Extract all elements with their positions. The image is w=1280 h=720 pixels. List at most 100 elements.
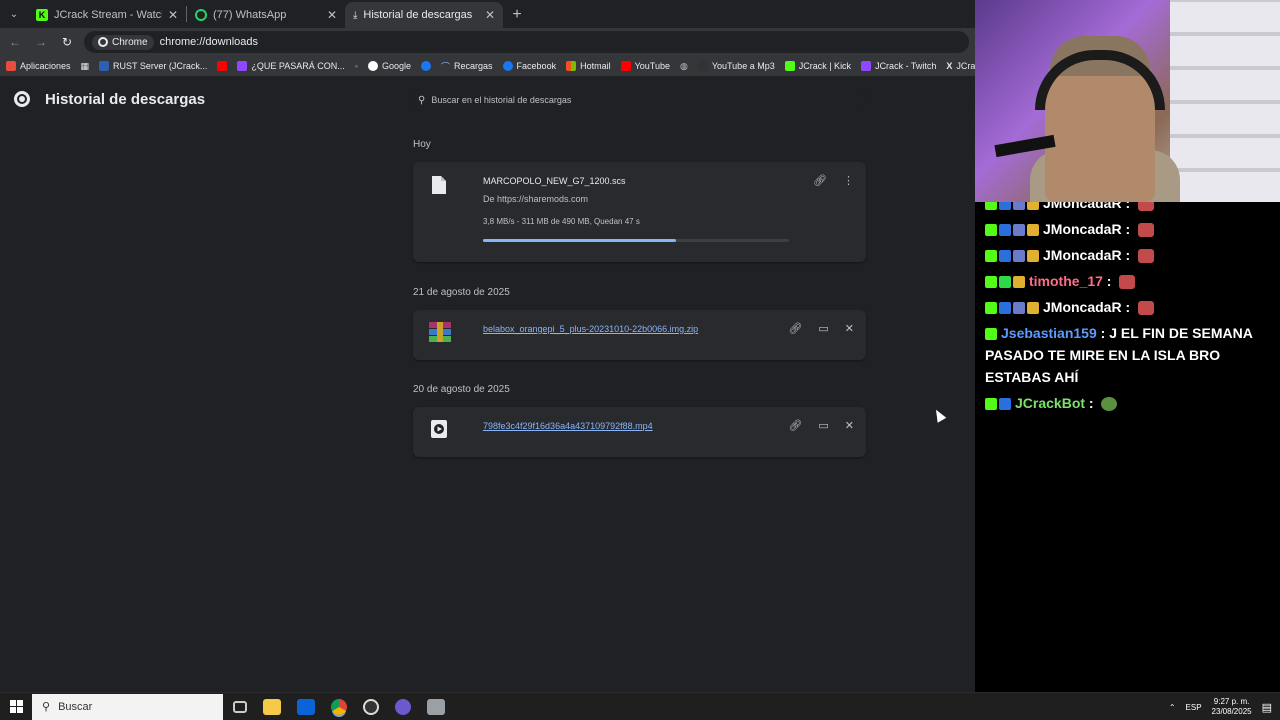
tab-whatsapp[interactable]: (77) WhatsApp ✕ [187, 2, 345, 28]
bookmark-apps[interactable]: Aplicaciones [6, 61, 71, 71]
reload-button[interactable]: ↻ [58, 35, 76, 49]
file-explorer-icon[interactable] [263, 698, 281, 715]
obs-icon[interactable] [363, 698, 379, 715]
bookmarks-bar: Aplicaciones ▦ RUST Server (JCrack... ¿Q… [0, 56, 975, 77]
badges [985, 224, 1039, 237]
shelf-background [1170, 0, 1280, 202]
tab-strip: ⌄ K JCrack Stream - Watch Live on Kick ✕… [0, 0, 975, 28]
windows-start-icon[interactable] [0, 693, 32, 720]
file-name: MARCOPOLO_NEW_G7_1200.scs [483, 176, 626, 186]
tab-downloads[interactable]: ⤓ Historial de descargas ✕ [345, 2, 503, 28]
chat-username: Jsebastian159 [1001, 325, 1097, 341]
task-view-icon[interactable] [233, 700, 247, 713]
moderator-badge-icon [999, 202, 1011, 211]
grid-icon: ▦ [80, 60, 90, 71]
bookmark-misc[interactable]: ◦ [355, 61, 358, 71]
bookmark-label: YouTube [634, 61, 670, 71]
chip-label: Chrome [112, 36, 148, 48]
bookmark-youtube-video[interactable] [217, 61, 228, 71]
taskbar-search[interactable]: ⚲ Buscar [32, 693, 223, 720]
bookmark-label: JCrack - Twitch [875, 61, 937, 71]
bookmark-google[interactable]: Google [367, 61, 411, 71]
chat-username: JMoncadaR [1043, 202, 1122, 211]
video-file-icon [431, 420, 447, 438]
page-header: Historial de descargas ⚲ Buscar en el hi… [0, 77, 975, 123]
badges [985, 250, 1039, 263]
bookmark-label: Hotmail [580, 61, 611, 71]
chat-username: JMoncadaR [1043, 247, 1122, 263]
taskbar-search-label: Buscar [58, 700, 93, 713]
close-icon[interactable]: ✕ [485, 8, 495, 22]
bookmark-twitch[interactable]: JCrack - Twitch [861, 61, 936, 71]
back-button[interactable]: ← [6, 35, 24, 49]
bookmark-kick[interactable]: JCrack | Kick [784, 61, 851, 71]
remove-icon[interactable]: ✕ [845, 322, 854, 335]
badges [985, 302, 1039, 315]
folder-icon[interactable]: ▭ [818, 419, 828, 432]
search-icon: ⚲ [42, 701, 51, 713]
tab-search-button[interactable]: ⌄ [0, 0, 28, 28]
taskbar-apps [233, 698, 445, 715]
copy-link-icon[interactable]: 🔗︎ [788, 322, 802, 335]
clock-time: 9:27 p. m. [1213, 697, 1250, 706]
emote-icon [1138, 223, 1155, 238]
clock[interactable]: 9:27 p. m. 23/08/2025 [1212, 697, 1252, 717]
bookmark-youtube[interactable]: YouTube [620, 61, 670, 71]
badges [985, 398, 1011, 411]
subscriber-badge-icon [1013, 302, 1025, 315]
folder-icon[interactable]: ▭ [818, 322, 828, 335]
language-indicator[interactable]: ESP [1186, 703, 1202, 712]
badges [985, 328, 997, 341]
item-actions: 🔗︎ ▭ ✕ [788, 322, 854, 335]
notification-icon[interactable]: ▤ [1262, 701, 1272, 714]
new-tab-button[interactable]: + [503, 2, 531, 28]
bookmark-grid[interactable]: ▦ [81, 61, 90, 72]
app-icon[interactable] [395, 698, 411, 715]
bookmark-x[interactable]: XJCrack (@JCrack [946, 61, 975, 71]
more-options-icon[interactable]: ⋮ [843, 174, 854, 187]
app-window-icon[interactable] [427, 698, 445, 715]
screen: ⌄ K JCrack Stream - Watch Live on Kick ✕… [0, 0, 1280, 720]
dot-icon: ◦ [354, 61, 358, 71]
file-link[interactable]: belabox_orangepi_5_plus-20231010-22b0066… [483, 324, 698, 334]
kick-badge-icon [985, 224, 997, 237]
download-item: MARCOPOLO_NEW_G7_1200.scs De https://sha… [413, 162, 866, 262]
winrar-icon [429, 322, 451, 342]
crown-badge-icon [1027, 202, 1039, 211]
chrome-taskbar-icon[interactable] [331, 698, 347, 715]
bookmark-globe[interactable]: ◍ [680, 61, 688, 72]
tab-kick[interactable]: K JCrack Stream - Watch Live on Kick ✕ [28, 2, 186, 28]
bookmark-youtube-mp3[interactable]: YouTube a Mp3 [697, 61, 775, 71]
close-icon[interactable]: ✕ [168, 8, 178, 22]
download-icon: ⤓ [353, 9, 358, 21]
chat-message: JMoncadaR : [985, 244, 1278, 266]
chevron-up-icon[interactable]: ⌃ [1169, 703, 1176, 712]
copy-link-icon[interactable]: 🔗︎ [813, 174, 827, 187]
forward-button[interactable]: → [32, 35, 50, 49]
progress-bar [483, 239, 789, 242]
chat-message: JMoncadaR : [985, 296, 1278, 318]
badges [985, 276, 1025, 289]
kick-badge-icon [985, 202, 997, 211]
item-actions: 🔗︎ ▭ ✕ [788, 419, 854, 432]
moderator-badge-icon [999, 224, 1011, 237]
close-icon[interactable]: ✕ [327, 8, 337, 22]
gift-badge-icon [999, 276, 1011, 289]
bookmark-hotmail[interactable]: Hotmail [566, 61, 611, 71]
item-actions: 🔗︎ ⋮ [813, 174, 854, 187]
bookmark-recargas[interactable]: ⌒ Recargas [441, 60, 493, 73]
bookmark-que-pasara[interactable]: ¿QUE PASARÁ CON... [237, 61, 345, 71]
search-input[interactable]: ⚲ Buscar en el historial de descargas [410, 88, 868, 112]
omnibox[interactable]: Chrome chrome://downloads [84, 31, 969, 53]
bookmark-facebook-icon-only[interactable] [421, 61, 431, 71]
subscriber-badge-icon [1013, 224, 1025, 237]
bookmark-rust[interactable]: RUST Server (JCrack... [99, 61, 207, 71]
webcam-overlay [975, 0, 1280, 202]
remove-icon[interactable]: ✕ [845, 419, 854, 432]
file-link[interactable]: 798fe3c4f29f16d36a4a437109792f88.mp4 [483, 421, 653, 431]
progress-status: 3,8 MB/s - 311 MB de 490 MB, Quedan 47 s [483, 217, 640, 226]
outlook-icon[interactable] [297, 698, 315, 715]
bookmark-facebook[interactable]: Facebook [502, 61, 556, 71]
crown-badge-icon [1027, 224, 1039, 237]
copy-link-icon[interactable]: 🔗︎ [788, 419, 802, 432]
